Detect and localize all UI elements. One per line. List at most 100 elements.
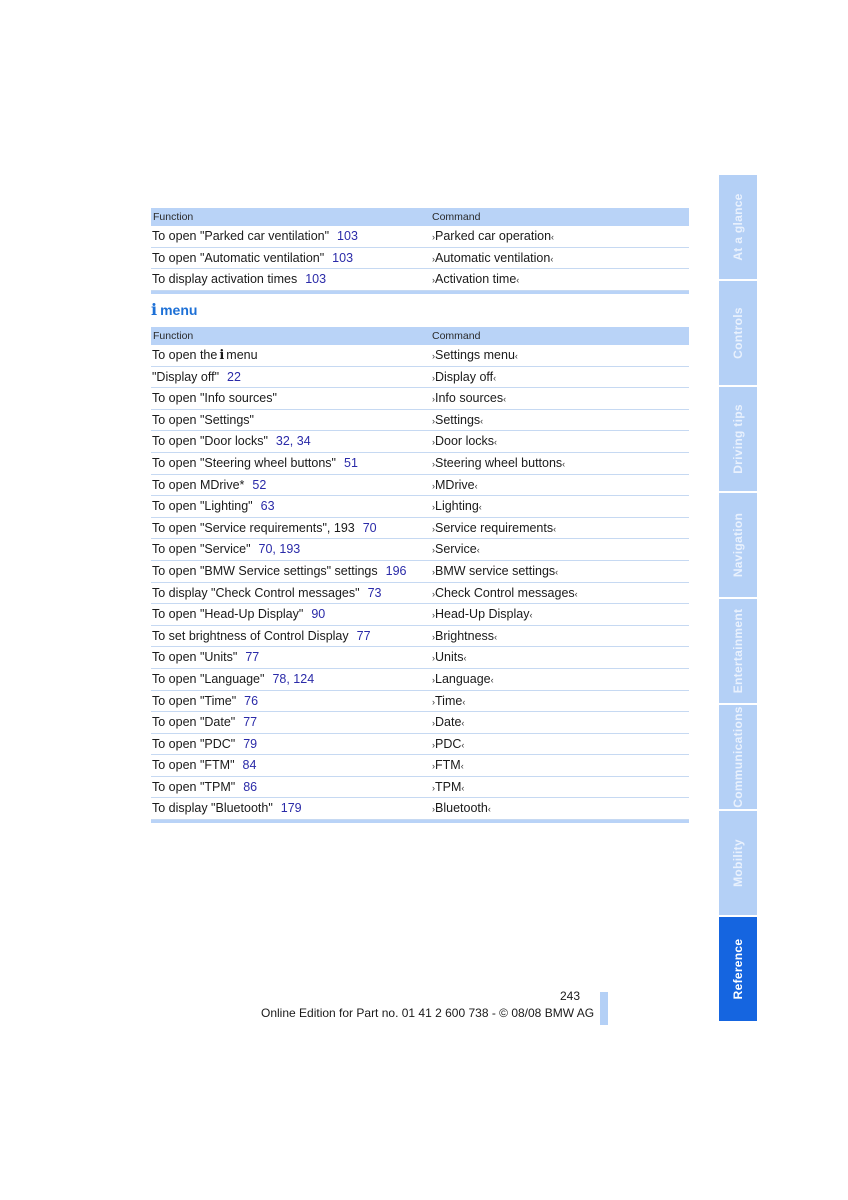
command-text: Settings (435, 412, 481, 427)
table-row: To open "Settings" ›Settings‹ (151, 410, 689, 432)
function-cell: To open "Automatic ventilation" 103 (152, 251, 353, 265)
command-text: Info sources (435, 391, 504, 406)
chapter-tab-reference[interactable]: Reference (719, 917, 757, 1021)
function-cell: To open "FTM" 84 (152, 758, 256, 772)
close-mark: ‹ (553, 523, 557, 534)
page-reference-link[interactable]: 84 (243, 758, 257, 772)
chapter-tab-mobility[interactable]: Mobility (719, 811, 757, 915)
close-mark: ‹ (574, 588, 578, 599)
page-marker-bar (600, 992, 608, 1025)
section-heading: i menu (151, 300, 197, 319)
function-cell: To open "Service" 70, 193 (152, 542, 300, 556)
chapter-tab-label: Controls (731, 307, 745, 359)
chapter-tab-label: Communications (731, 706, 745, 808)
function-cell: To open "Units" 77 (152, 650, 259, 664)
page-reference-link[interactable]: 76 (244, 694, 258, 708)
page-reference-link[interactable]: 78, 124 (272, 672, 314, 686)
close-mark: ‹ (476, 545, 480, 556)
command-cell: ›Settings‹ (432, 413, 483, 427)
function-text: To open "Date" (152, 715, 236, 730)
function-text: To open "Settings" (152, 412, 254, 427)
close-mark: ‹ (480, 415, 484, 426)
function-cell: To open "Settings" (152, 413, 254, 427)
command-cell: ›PDC‹ (432, 737, 464, 751)
table-row: "Display off" 22 ›Display off‹ (151, 367, 689, 389)
function-text: To open "Units" (152, 650, 238, 665)
close-mark: ‹ (550, 253, 554, 264)
command-text: Door locks (435, 434, 495, 449)
close-mark: ‹ (494, 631, 498, 642)
command-text: Bluetooth (435, 801, 488, 816)
header-command: Command (432, 330, 481, 342)
page-reference-link[interactable]: 70, 193 (259, 542, 301, 556)
function-cell: To display activation times 103 (152, 272, 326, 286)
table-row: To open "BMW Service settings" settings 1… (151, 561, 689, 583)
chapter-tab-navigation[interactable]: Navigation (719, 493, 757, 597)
chapter-tab-controls[interactable]: Controls (719, 281, 757, 385)
function-cell: To open "Info sources" (152, 391, 277, 405)
page-reference-link[interactable]: 103 (305, 272, 326, 286)
chapter-tab-label: Mobility (731, 839, 745, 887)
table-row: To display "Check Control messages" 73 ›Ch… (151, 583, 689, 605)
command-text: Time (435, 693, 463, 708)
command-text: Check Control messages (435, 585, 575, 600)
page-reference-link[interactable]: 79 (243, 737, 257, 751)
page-reference-link[interactable]: 103 (332, 251, 353, 265)
table-end-rule (151, 290, 689, 294)
close-mark: ‹ (478, 502, 482, 513)
page-reference-link[interactable]: 179 (281, 801, 302, 815)
page-reference-link[interactable]: 86 (243, 780, 257, 794)
ventilation-table: Function Command To open "Parked car ven… (151, 208, 689, 294)
function-cell: To open "BMW Service settings" settings 1… (152, 564, 407, 578)
info-i-icon: i (151, 300, 158, 319)
function-cell: To open "Steering wheel buttons" 51 (152, 456, 358, 470)
function-text-suffix: menu (226, 348, 258, 362)
command-cell: ›BMW service settings‹ (432, 564, 558, 578)
function-cell: To open the i menu (152, 348, 258, 363)
table-row: To open "Steering wheel buttons" 51 ›Steer… (151, 453, 689, 475)
table-row: To open "Units" 77 ›Units‹ (151, 647, 689, 669)
page-reference-link[interactable]: 196 (386, 564, 407, 578)
header-function: Function (153, 330, 194, 342)
table-row: To open "Parked car ventilation" 103 ›Park… (151, 226, 689, 248)
chapter-tab-at-a-glance[interactable]: At a glance (719, 175, 757, 279)
close-mark: ‹ (503, 394, 507, 405)
function-text: To open "Service requirements", 193 (152, 520, 355, 535)
table-row: To open "Service requirements", 193 70 ›Se… (151, 518, 689, 540)
table-row: To open "Door locks" 32, 34 ›Door locks‹ (151, 431, 689, 453)
close-mark: ‹ (514, 351, 518, 361)
page-reference-link[interactable]: 32, 34 (276, 434, 311, 448)
page-reference-link[interactable]: 77 (357, 629, 371, 643)
page-reference-link[interactable]: 63 (261, 499, 275, 513)
close-mark: ‹ (494, 437, 498, 448)
command-cell: ›Head-Up Display‹ (432, 607, 532, 621)
page-reference-link[interactable]: 90 (311, 607, 325, 621)
function-text: To open "Steering wheel buttons" (152, 455, 336, 470)
function-text: To display "Check Control messages" (152, 585, 360, 600)
chapter-tab-entertainment[interactable]: Entertainment (719, 599, 757, 703)
function-cell: "Display off" 22 (152, 370, 241, 384)
table-row: To open "Language" 78, 124 ›Language‹ (151, 669, 689, 691)
command-cell: ›Bluetooth‹ (432, 801, 491, 815)
function-text: To open "PDC" (152, 736, 236, 751)
command-text: Language (435, 671, 491, 686)
header-command: Command (432, 211, 481, 223)
page-reference-link[interactable]: 77 (245, 650, 259, 664)
page-reference-link[interactable]: 70 (363, 521, 377, 535)
command-cell: ›MDrive‹ (432, 478, 478, 492)
page-number: 243 (560, 989, 581, 1003)
command-text: MDrive (435, 477, 475, 492)
page-reference-link[interactable]: 51 (344, 456, 358, 470)
command-text: Steering wheel buttons (435, 455, 563, 470)
command-text: BMW service settings (435, 563, 556, 578)
function-text: To open "BMW Service settings" settings (152, 563, 378, 578)
chapter-tab-communications[interactable]: Communications (719, 705, 757, 809)
page-reference-link[interactable]: 77 (243, 715, 257, 729)
page-reference-link[interactable]: 103 (337, 229, 358, 243)
chapter-tab-driving-tips[interactable]: Driving tips (719, 387, 757, 491)
close-mark: ‹ (474, 480, 478, 491)
page-reference-link[interactable]: 52 (252, 478, 266, 492)
page-reference-link[interactable]: 73 (368, 586, 382, 600)
page-reference-link[interactable]: 22 (227, 370, 241, 384)
chapter-tab-label: Driving tips (731, 404, 745, 474)
